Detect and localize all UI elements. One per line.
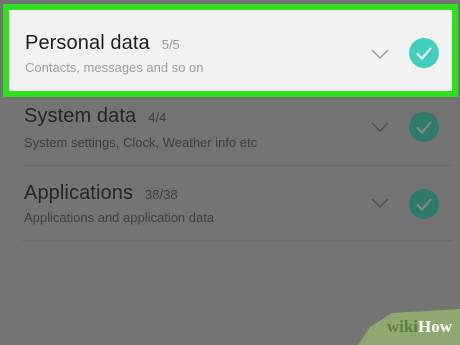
checkmark-circle-icon[interactable] — [409, 112, 439, 142]
item-subtitle: Contacts, messages and so on — [25, 60, 204, 75]
item-title: Applications — [24, 182, 134, 204]
checkmark-circle-icon[interactable] — [409, 189, 439, 219]
item-title-line: Applications 38/38 — [24, 182, 178, 205]
chevron-down-icon[interactable] — [370, 197, 390, 209]
watermark-how: How — [418, 317, 452, 336]
item-title: System data — [24, 105, 137, 127]
data-selection-screen: Personal data 5/5 Contacts, messages and … — [0, 0, 460, 345]
item-count: 5/5 — [161, 37, 180, 52]
item-title-line: Personal data 5/5 — [25, 32, 180, 55]
list-divider — [22, 240, 452, 241]
wikihow-watermark: wikiHow — [352, 309, 460, 345]
item-title-line: System data 4/4 — [24, 105, 166, 128]
list-item-applications[interactable]: Applications 38/38 Applications and appli… — [8, 165, 452, 240]
item-count: 4/4 — [148, 110, 167, 125]
item-subtitle: System settings, Clock, Weather info etc — [24, 135, 258, 150]
chevron-down-icon[interactable] — [370, 121, 390, 133]
checkmark-circle-icon[interactable] — [409, 38, 439, 68]
watermark-wiki: wiki — [386, 317, 418, 336]
item-subtitle: Applications and application data — [24, 210, 215, 225]
list-item-personal-data[interactable]: Personal data 5/5 Contacts, messages and … — [3, 4, 458, 97]
item-count: 38/38 — [145, 187, 178, 202]
list-item-system-data[interactable]: System data 4/4 System settings, Clock, W… — [8, 97, 452, 165]
item-title: Personal data — [25, 32, 150, 54]
chevron-down-icon[interactable] — [370, 48, 390, 60]
watermark-text: wikiHow — [387, 317, 452, 337]
